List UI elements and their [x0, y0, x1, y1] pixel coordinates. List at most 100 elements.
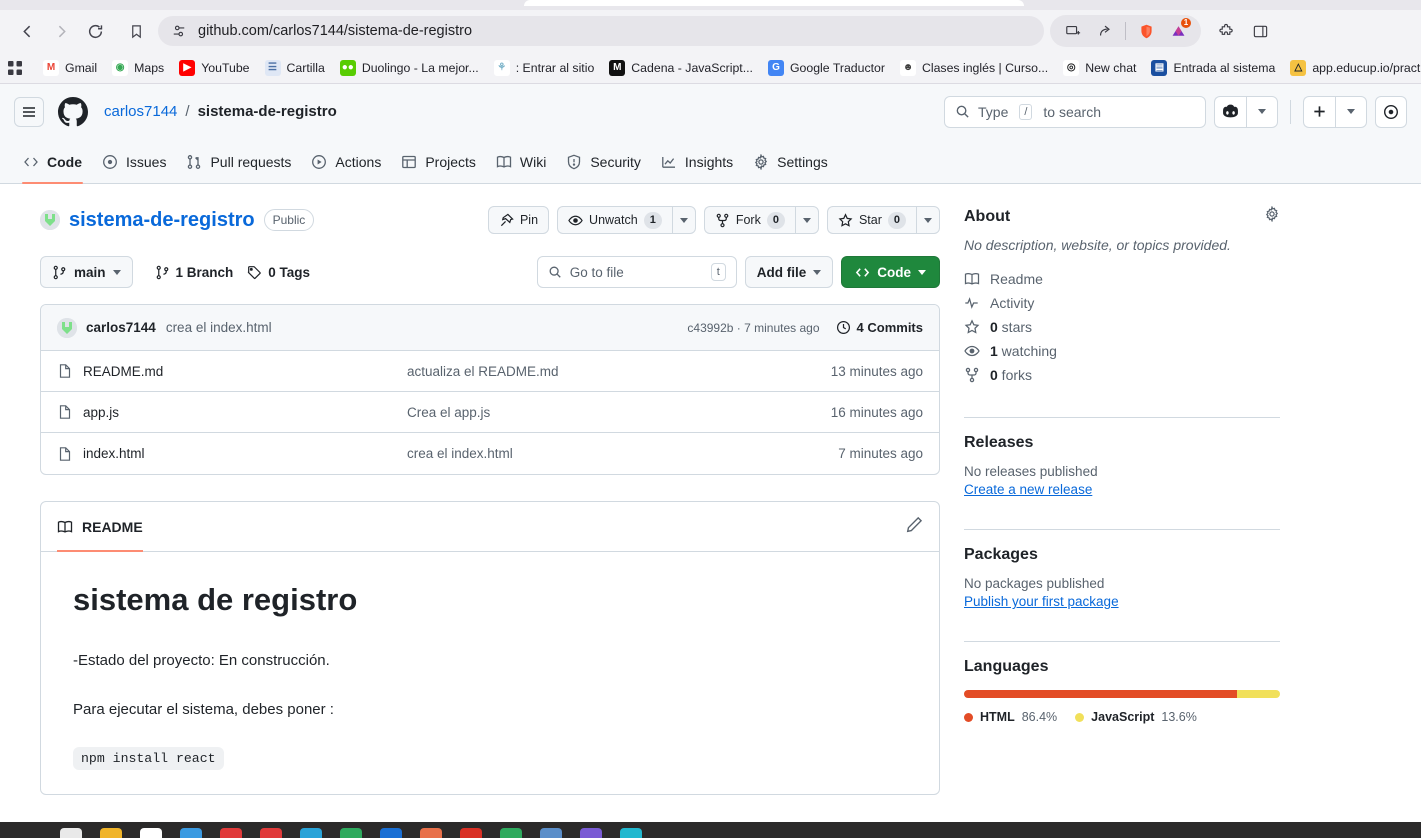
bookmark-icon[interactable]	[120, 16, 152, 46]
bookmark-item[interactable]: M Cadena - JavaScript...	[602, 57, 760, 79]
star-button[interactable]: Star 0	[826, 206, 916, 234]
language-bar-segment[interactable]	[964, 690, 1238, 698]
tab-wiki[interactable]: Wiki	[487, 140, 555, 183]
taskbar-app-icon[interactable]	[300, 828, 322, 838]
share-icon[interactable]	[1090, 17, 1120, 45]
taskbar-app-icon[interactable]	[60, 828, 82, 838]
branch-selector[interactable]: main	[40, 256, 133, 288]
file-name[interactable]: app.js	[83, 405, 119, 420]
table-row[interactable]: app.js Crea el app.js 16 minutes ago	[41, 392, 939, 433]
star-dropdown-caret[interactable]	[916, 206, 940, 234]
tab-settings[interactable]: Settings	[744, 140, 837, 183]
publish-package-link[interactable]: Publish your first package	[964, 594, 1119, 609]
github-logo-icon[interactable]	[58, 96, 88, 127]
tab-pull-requests[interactable]: Pull requests	[177, 140, 300, 183]
table-row[interactable]: README.md actualiza el README.md 13 minute…	[41, 351, 939, 392]
copilot-icon[interactable]	[1214, 95, 1246, 128]
file-commit-message[interactable]: crea el index.html	[407, 446, 838, 461]
page-title[interactable]: sistema-de-registro	[69, 209, 255, 232]
gear-icon[interactable]	[1264, 205, 1280, 227]
bookmark-item[interactable]: ☰ Cartilla	[258, 57, 332, 79]
commit-message[interactable]: crea el index.html	[166, 320, 272, 335]
create-release-link[interactable]: Create a new release	[964, 482, 1092, 497]
plus-icon[interactable]	[1303, 95, 1335, 128]
bookmark-item[interactable]: G Google Traductor	[761, 57, 892, 79]
tab-issues[interactable]: Issues	[93, 140, 175, 183]
breadcrumb-repo[interactable]: sistema-de-registro	[198, 103, 337, 120]
sidebar-toggle-icon[interactable]	[1245, 17, 1275, 45]
back-icon[interactable]	[10, 16, 44, 46]
brave-shields-icon[interactable]	[1131, 17, 1161, 45]
bookmark-item[interactable]: ●● Duolingo - La mejor...	[333, 57, 486, 79]
taskbar-app-icon[interactable]	[100, 828, 122, 838]
bookmark-item[interactable]: ◉ Maps	[105, 57, 171, 79]
file-name[interactable]: README.md	[83, 364, 163, 379]
issues-icon[interactable]	[1375, 95, 1407, 128]
taskbar-app-icon[interactable]	[500, 828, 522, 838]
taskbar-app-icon[interactable]	[580, 828, 602, 838]
commits-count-link[interactable]: 4 Commits	[836, 320, 923, 335]
bookmark-item[interactable]: ⚘: Entrar al sitio	[487, 57, 602, 79]
commit-author[interactable]: carlos7144	[86, 320, 156, 335]
bookmark-item[interactable]: △ app.educup.io/pract...	[1283, 57, 1421, 79]
taskbar-app-icon[interactable]	[340, 828, 362, 838]
language-bar-segment[interactable]	[1237, 690, 1280, 698]
commit-sha[interactable]: c43992b · 7 minutes ago	[687, 321, 819, 335]
tags-link[interactable]: 0 Tags	[247, 265, 310, 280]
sidebar-item-watching[interactable]: 1 watching	[964, 339, 1280, 363]
sidebar-item-forks[interactable]: 0 forks	[964, 363, 1280, 387]
taskbar-app-icon[interactable]	[620, 828, 642, 838]
edit-readme-icon[interactable]	[906, 516, 923, 538]
go-to-file-input[interactable]: Go to file t	[536, 256, 737, 288]
search-input[interactable]: Type / to search	[944, 95, 1206, 128]
active-tab[interactable]	[524, 0, 1024, 6]
tab-actions[interactable]: Actions	[302, 140, 390, 183]
site-settings-icon[interactable]	[172, 24, 186, 38]
puzzle-extensions-icon[interactable]	[1211, 17, 1241, 45]
bookmark-item[interactable]: ☻ Clases inglés | Curso...	[893, 57, 1055, 79]
tab-insights[interactable]: Insights	[652, 140, 742, 183]
watch-dropdown-caret[interactable]	[671, 206, 696, 234]
tab-code[interactable]: Code	[14, 140, 91, 184]
taskbar-app-icon[interactable]	[380, 828, 402, 838]
code-button[interactable]: Code	[841, 256, 940, 288]
language-legend-item[interactable]: HTML 86.4%	[964, 710, 1057, 724]
add-file-button[interactable]: Add file	[744, 256, 834, 288]
taskbar-app-icon[interactable]	[220, 828, 242, 838]
bookmark-item[interactable]: M Gmail	[36, 57, 104, 79]
create-new-caret[interactable]	[1335, 95, 1367, 128]
bookmark-item[interactable]: ▤ Entrada al sistema	[1144, 57, 1282, 79]
forward-icon[interactable]	[44, 16, 78, 46]
address-bar[interactable]: github.com/carlos7144/sistema-de-registr…	[158, 16, 1044, 46]
taskbar-app-icon[interactable]	[460, 828, 482, 838]
fork-button[interactable]: Fork 0	[703, 206, 795, 234]
table-row[interactable]: index.html crea el index.html 7 minutes ag…	[41, 433, 939, 474]
bookmark-item[interactable]: ◎ New chat	[1056, 57, 1143, 79]
sidebar-item-activity[interactable]: Activity	[964, 291, 1280, 315]
file-commit-message[interactable]: Crea el app.js	[407, 405, 831, 420]
taskbar-app-icon[interactable]	[140, 828, 162, 838]
branches-link[interactable]: 1 Branch	[155, 265, 233, 280]
apps-grid-icon[interactable]	[8, 56, 22, 80]
unwatch-button[interactable]: Unwatch 1	[557, 206, 672, 234]
taskbar-app-icon[interactable]	[540, 828, 562, 838]
breadcrumb-owner[interactable]: carlos7144	[104, 103, 177, 120]
sidebar-item-readme[interactable]: Readme	[964, 267, 1280, 291]
extension-icon[interactable]: 1	[1163, 17, 1193, 45]
menu-icon[interactable]	[14, 96, 44, 127]
pin-button[interactable]: Pin	[487, 206, 550, 234]
tab-security[interactable]: Security	[557, 140, 650, 183]
file-name[interactable]: index.html	[83, 446, 145, 461]
taskbar-app-icon[interactable]	[260, 828, 282, 838]
tab-projects[interactable]: Projects	[392, 140, 485, 183]
tab-readme[interactable]: README	[57, 502, 143, 552]
fork-dropdown-caret[interactable]	[794, 206, 819, 234]
split-view-icon[interactable]	[1058, 17, 1088, 45]
bookmark-item[interactable]: ▶ YouTube	[172, 57, 256, 79]
language-legend-item[interactable]: JavaScript 13.6%	[1075, 710, 1197, 724]
reload-icon[interactable]	[78, 16, 112, 46]
file-commit-message[interactable]: actualiza el README.md	[407, 364, 831, 379]
taskbar-app-icon[interactable]	[180, 828, 202, 838]
copilot-dropdown-caret[interactable]	[1246, 95, 1278, 128]
sidebar-item-stars[interactable]: 0 stars	[964, 315, 1280, 339]
